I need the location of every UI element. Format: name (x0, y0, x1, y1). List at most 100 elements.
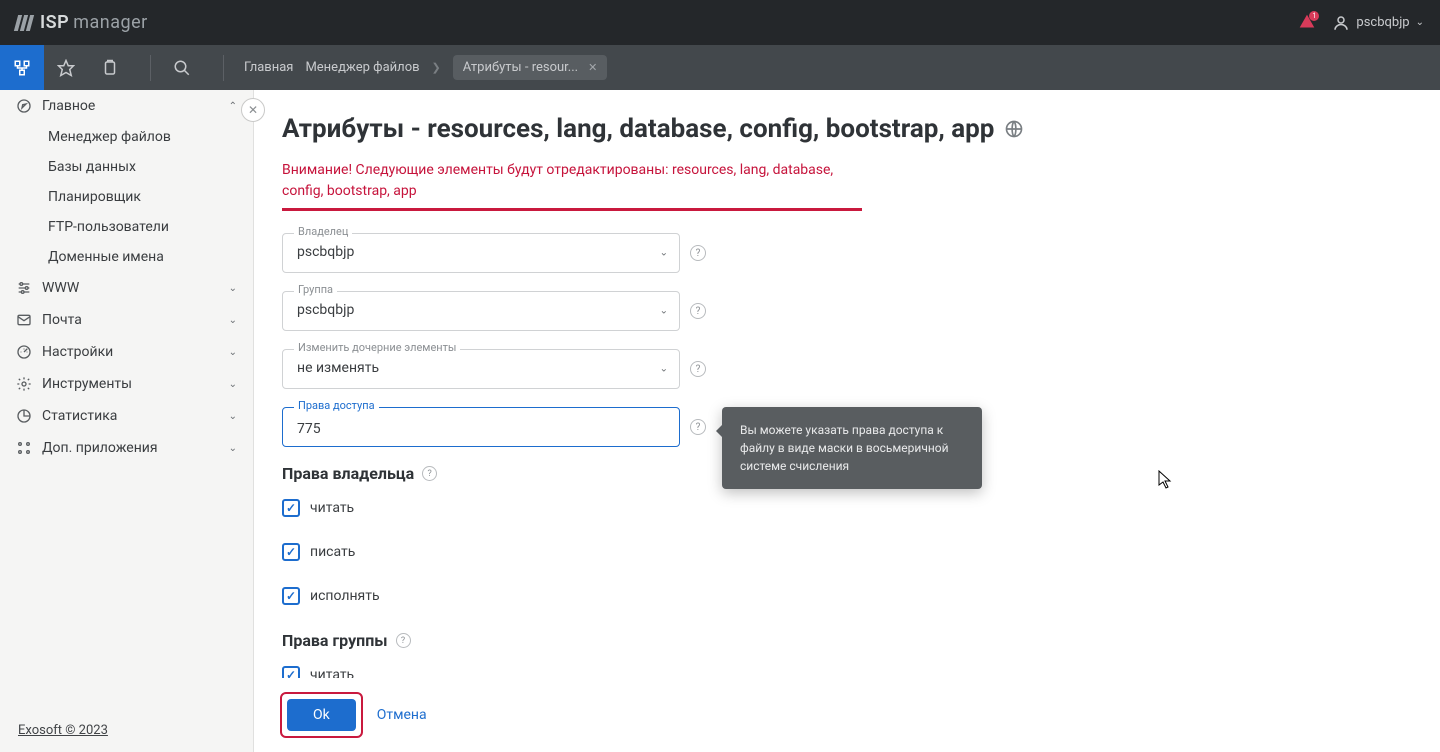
chevron-down-icon: ⌄ (229, 443, 237, 454)
recursive-select[interactable]: не изменять (282, 349, 680, 389)
sidebar-item-main[interactable]: Главное ⌃ (0, 90, 253, 122)
sidebar-item-label: Инструменты (42, 376, 132, 392)
owner-read-checkbox[interactable]: ✓ читать (282, 499, 1412, 517)
star-icon (57, 59, 75, 77)
breadcrumb-fm[interactable]: Менеджер файлов (305, 60, 419, 75)
chevron-down-icon: ⌄ (229, 283, 237, 294)
checkbox-checked-icon: ✓ (282, 499, 300, 517)
help-icon[interactable]: ? (690, 419, 706, 435)
pie-icon (16, 408, 32, 424)
clipboard-icon (101, 59, 119, 77)
sidebar-item-tools[interactable]: Инструменты ⌄ (0, 368, 253, 400)
group-field[interactable]: Группа pscbqbjp ⌄ ? (282, 291, 680, 331)
recursive-field[interactable]: Изменить дочерние элементы не изменять ⌄… (282, 349, 680, 389)
breadcrumb-tab-label: Атрибуты - resour... (463, 60, 578, 75)
notifications-badge: 1 (1309, 11, 1319, 21)
group-perms-heading: Права группы ? (282, 631, 1412, 650)
warning-text: Внимание! Следующие элементы будут отред… (282, 160, 862, 211)
username: pscbqbjp (1356, 15, 1409, 30)
breadcrumb-chevron-icon: ❯ (432, 61, 441, 74)
checkbox-label: исполнять (310, 588, 380, 604)
ok-button[interactable]: Ok (287, 699, 356, 731)
owner-write-checkbox[interactable]: ✓ писать (282, 543, 1412, 561)
permissions-label: Права доступа (294, 399, 379, 412)
toolbar: Главная Менеджер файлов ❯ Атрибуты - res… (0, 45, 1440, 90)
logo-suffix: manager (73, 12, 148, 33)
sidebar-item-label: WWW (42, 280, 79, 296)
checkbox-label: читать (310, 500, 354, 516)
help-icon[interactable]: ? (396, 633, 411, 648)
search-icon (173, 59, 191, 77)
gauge-icon (16, 344, 32, 360)
user-icon (1332, 14, 1350, 32)
breadcrumb-tab-close[interactable]: ✕ (588, 61, 597, 74)
sidebar-sub-ftp[interactable]: FTP-пользователи (0, 212, 253, 242)
breadcrumb-home[interactable]: Главная (244, 60, 293, 75)
sidebar-item-label: Главное (42, 98, 95, 114)
permissions-tooltip: Вы можете указать права доступа к файлу … (722, 407, 982, 489)
app-logo: ISPmanager (16, 12, 148, 33)
ok-highlight: Ok (280, 692, 363, 738)
chevron-down-icon: ⌄ (229, 379, 237, 390)
main-content: Атрибуты - resources, lang, database, co… (254, 90, 1440, 752)
permissions-input[interactable] (282, 407, 680, 447)
permissions-field[interactable]: Права доступа ? Вы можете указать права … (282, 407, 680, 447)
owner-label: Владелец (294, 225, 352, 238)
sidebar-footer-link[interactable]: Exosoft © 2023 (0, 709, 253, 752)
breadcrumb: Главная Менеджер файлов ❯ Атрибуты - res… (244, 55, 607, 80)
sidebar-item-www[interactable]: WWW ⌄ (0, 272, 253, 304)
help-icon[interactable]: ? (422, 466, 437, 481)
page-title: Атрибуты - resources, lang, database, co… (282, 114, 1412, 144)
sidebar-collapse-button[interactable]: ✕ (241, 98, 265, 122)
tree-icon (13, 59, 31, 77)
recursive-label: Изменить дочерние элементы (294, 341, 460, 354)
owner-field[interactable]: Владелец pscbqbjp ⌄ ? (282, 233, 680, 273)
sidebar: ✕ Главное ⌃ Менеджер файлов Базы данных … (0, 90, 254, 752)
owner-exec-checkbox[interactable]: ✓ исполнять (282, 587, 1412, 605)
notifications-button[interactable]: 1 (1298, 14, 1316, 32)
group-label: Группа (294, 283, 337, 296)
globe-icon (1004, 119, 1024, 139)
action-bar: Ok Отмена (280, 678, 1426, 752)
sidebar-sub-databases[interactable]: Базы данных (0, 152, 253, 182)
chevron-down-icon: ⌄ (229, 315, 237, 326)
logo-bars-icon (16, 15, 32, 31)
chevron-down-icon: ⌄ (229, 347, 237, 358)
breadcrumb-tab[interactable]: Атрибуты - resour... ✕ (453, 55, 608, 80)
chevron-up-icon: ⌃ (229, 101, 237, 112)
sidebar-sub-scheduler[interactable]: Планировщик (0, 182, 253, 212)
help-icon[interactable]: ? (690, 303, 706, 319)
chevron-down-icon: ⌄ (1416, 17, 1424, 28)
sidebar-item-label: Настройки (42, 344, 113, 360)
mail-icon (16, 312, 32, 328)
owner-select[interactable]: pscbqbjp (282, 233, 680, 273)
sliders-icon (16, 280, 32, 296)
sidebar-item-apps[interactable]: Доп. приложения ⌄ (0, 432, 253, 464)
chevron-down-icon: ⌄ (229, 411, 237, 422)
user-menu[interactable]: pscbqbjp ⌄ (1332, 14, 1424, 32)
sidebar-item-label: Статистика (42, 408, 117, 424)
apps-icon (16, 440, 32, 456)
sidebar-item-label: Почта (42, 312, 82, 328)
logo-prefix: ISP (40, 12, 69, 33)
favorites-button[interactable] (44, 45, 88, 90)
clipboard-button[interactable] (88, 45, 132, 90)
gear-icon (16, 376, 32, 392)
tree-view-button[interactable] (0, 45, 44, 90)
help-icon[interactable]: ? (690, 245, 706, 261)
compass-icon (16, 98, 32, 114)
sidebar-item-mail[interactable]: Почта ⌄ (0, 304, 253, 336)
checkbox-checked-icon: ✓ (282, 543, 300, 561)
help-icon[interactable]: ? (690, 361, 706, 377)
group-select[interactable]: pscbqbjp (282, 291, 680, 331)
sidebar-sub-filemanager[interactable]: Менеджер файлов (0, 122, 253, 152)
sidebar-sub-domains[interactable]: Доменные имена (0, 242, 253, 272)
checkbox-label: писать (310, 544, 355, 560)
cancel-button[interactable]: Отмена (377, 707, 427, 723)
sidebar-item-stats[interactable]: Статистика ⌄ (0, 400, 253, 432)
search-button[interactable] (161, 59, 203, 77)
checkbox-checked-icon: ✓ (282, 587, 300, 605)
sidebar-item-settings[interactable]: Настройки ⌄ (0, 336, 253, 368)
top-bar: ISPmanager 1 pscbqbjp ⌄ (0, 0, 1440, 45)
sidebar-item-label: Доп. приложения (42, 440, 158, 456)
